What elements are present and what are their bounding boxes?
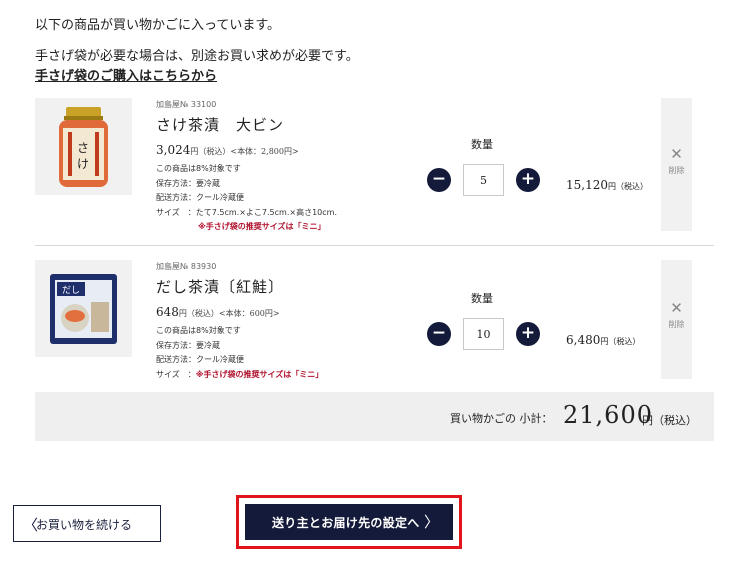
product-price: 3,024: [156, 143, 191, 157]
chevron-right-icon: 〉: [423, 513, 439, 531]
storage-method: 保存方法：要冷蔵: [156, 178, 220, 188]
line-total-amount: 6,480: [566, 333, 601, 347]
line-total: 6,480円（税込）: [566, 333, 640, 347]
line-total-amount: 15,120: [566, 178, 608, 192]
product-base-price: <本体：2,800円>: [230, 147, 299, 156]
cart-item: さ け 加島屋№ 33100 さけ茶漬 大ビン 3,024円（税込）<本体：2,…: [35, 98, 714, 233]
cart-intro-text: 以下の商品が買い物かごに入っています。: [35, 18, 281, 33]
continue-shopping-label: お買い物を続ける: [36, 518, 133, 532]
product-price-line: 648円（税込）<本体：600円>: [156, 301, 323, 324]
tax-note: この商品は8%対象です: [156, 326, 241, 335]
quantity-stepper: − +: [427, 164, 540, 196]
quantity-input[interactable]: [463, 318, 504, 350]
svg-text:さ: さ: [77, 141, 89, 155]
proceed-to-shipping-label: 送り主とお届け先の設定へ: [272, 516, 420, 530]
subtotal-amount: 21,600: [563, 401, 653, 429]
line-total-unit: 円（税込）: [608, 182, 648, 191]
svg-text:け: け: [77, 157, 89, 171]
product-price: 648: [156, 305, 179, 319]
close-icon: ✕: [670, 145, 683, 163]
product-meta: この商品は8%対象です 保存方法：要冷蔵 配送方法：クール冷蔵便 サイズ ：※手…: [156, 324, 323, 382]
delete-button[interactable]: ✕ 削除: [661, 98, 692, 231]
product-size: サイズ ：※手さげ袋の推奨サイズは「ミニ」: [156, 368, 323, 383]
product-info: 加島屋№ 33100 さけ茶漬 大ビン 3,024円（税込）<本体：2,800円…: [156, 98, 337, 235]
bag-purchase-link[interactable]: 手さげ袋のご購入はこちらから: [35, 69, 217, 84]
bag-size-note: ※手さげ袋の推奨サイズは「ミニ」: [198, 222, 326, 231]
checkout-highlight: 送り主とお届け先の設定へ 〉: [236, 495, 462, 549]
product-size: サイズ ：たて7.5cm.×よこ7.5cm.×高さ10cm.: [156, 207, 337, 217]
storage-method: 保存方法：要冷蔵: [156, 340, 220, 350]
product-price-unit: 円（税込）: [178, 309, 219, 318]
product-meta: この商品は8%対象です 保存方法：要冷蔵 配送方法：クール冷蔵便 サイズ ：たて…: [156, 162, 337, 235]
subtotal-unit: 円（税込）: [642, 414, 697, 427]
line-total-unit: 円（税込）: [600, 337, 641, 346]
quantity-minus-button[interactable]: −: [427, 322, 451, 346]
subtotal-label: 買い物かごの 小計：: [450, 412, 553, 425]
quantity-minus-button[interactable]: −: [427, 168, 451, 192]
delete-button[interactable]: ✕ 削除: [661, 260, 692, 379]
cart-intro: 以下の商品が買い物かごに入っています。 手さげ袋が必要な場合は、別途お買い求めが…: [35, 16, 359, 87]
tax-note: この商品は8%対象です: [156, 164, 241, 173]
proceed-to-shipping-button[interactable]: 送り主とお届け先の設定へ 〉: [245, 504, 453, 540]
quantity-input[interactable]: [463, 164, 504, 196]
svg-text:だし: だし: [62, 285, 80, 296]
quantity-label: 数量: [471, 292, 493, 305]
bag-notice-text: 手さげ袋が必要な場合は、別途お買い求めが必要です。: [35, 49, 359, 64]
quantity-label: 数量: [471, 138, 493, 151]
delete-label: 削除: [668, 166, 685, 175]
line-total: 15,120円（税込）: [566, 178, 648, 192]
continue-shopping-button[interactable]: 〈 お買い物を続ける: [13, 505, 161, 542]
quantity-stepper: − +: [427, 318, 540, 350]
product-code: 加島屋№ 33100: [156, 100, 217, 109]
cart-subtotal: 買い物かごの 小計： 21,600 円（税込）: [35, 392, 714, 441]
product-base-price: <本体：600円>: [218, 309, 280, 318]
bag-size-note: ※手さげ袋の推奨サイズは「ミニ」: [195, 369, 324, 379]
product-code: 加島屋№ 83930: [156, 262, 217, 271]
close-icon: ✕: [670, 299, 683, 317]
product-image[interactable]: さ け: [35, 98, 132, 195]
product-info: 加島屋№ 83930 だし茶漬〔紅鮭〕 648円（税込）<本体：600円> この…: [156, 260, 323, 382]
delete-label: 削除: [668, 320, 685, 329]
delivery-method: 配送方法：クール冷蔵便: [156, 193, 244, 202]
product-name[interactable]: だし茶漬〔紅鮭〕: [156, 276, 323, 298]
product-image[interactable]: だし: [35, 260, 132, 357]
product-name[interactable]: さけ茶漬 大ビン: [156, 114, 337, 136]
product-price-line: 3,024円（税込）<本体：2,800円>: [156, 139, 337, 162]
item-divider: [35, 245, 714, 246]
product-price-unit: 円（税込）: [190, 147, 231, 156]
cart-item: だし 加島屋№ 83930 だし茶漬〔紅鮭〕 648円（税込）<本体：600円>…: [35, 260, 714, 380]
delivery-method: 配送方法：クール冷蔵便: [156, 355, 244, 364]
quantity-plus-button[interactable]: +: [516, 322, 540, 346]
product-size-label: サイズ ：: [156, 369, 196, 379]
quantity-plus-button[interactable]: +: [516, 168, 540, 192]
